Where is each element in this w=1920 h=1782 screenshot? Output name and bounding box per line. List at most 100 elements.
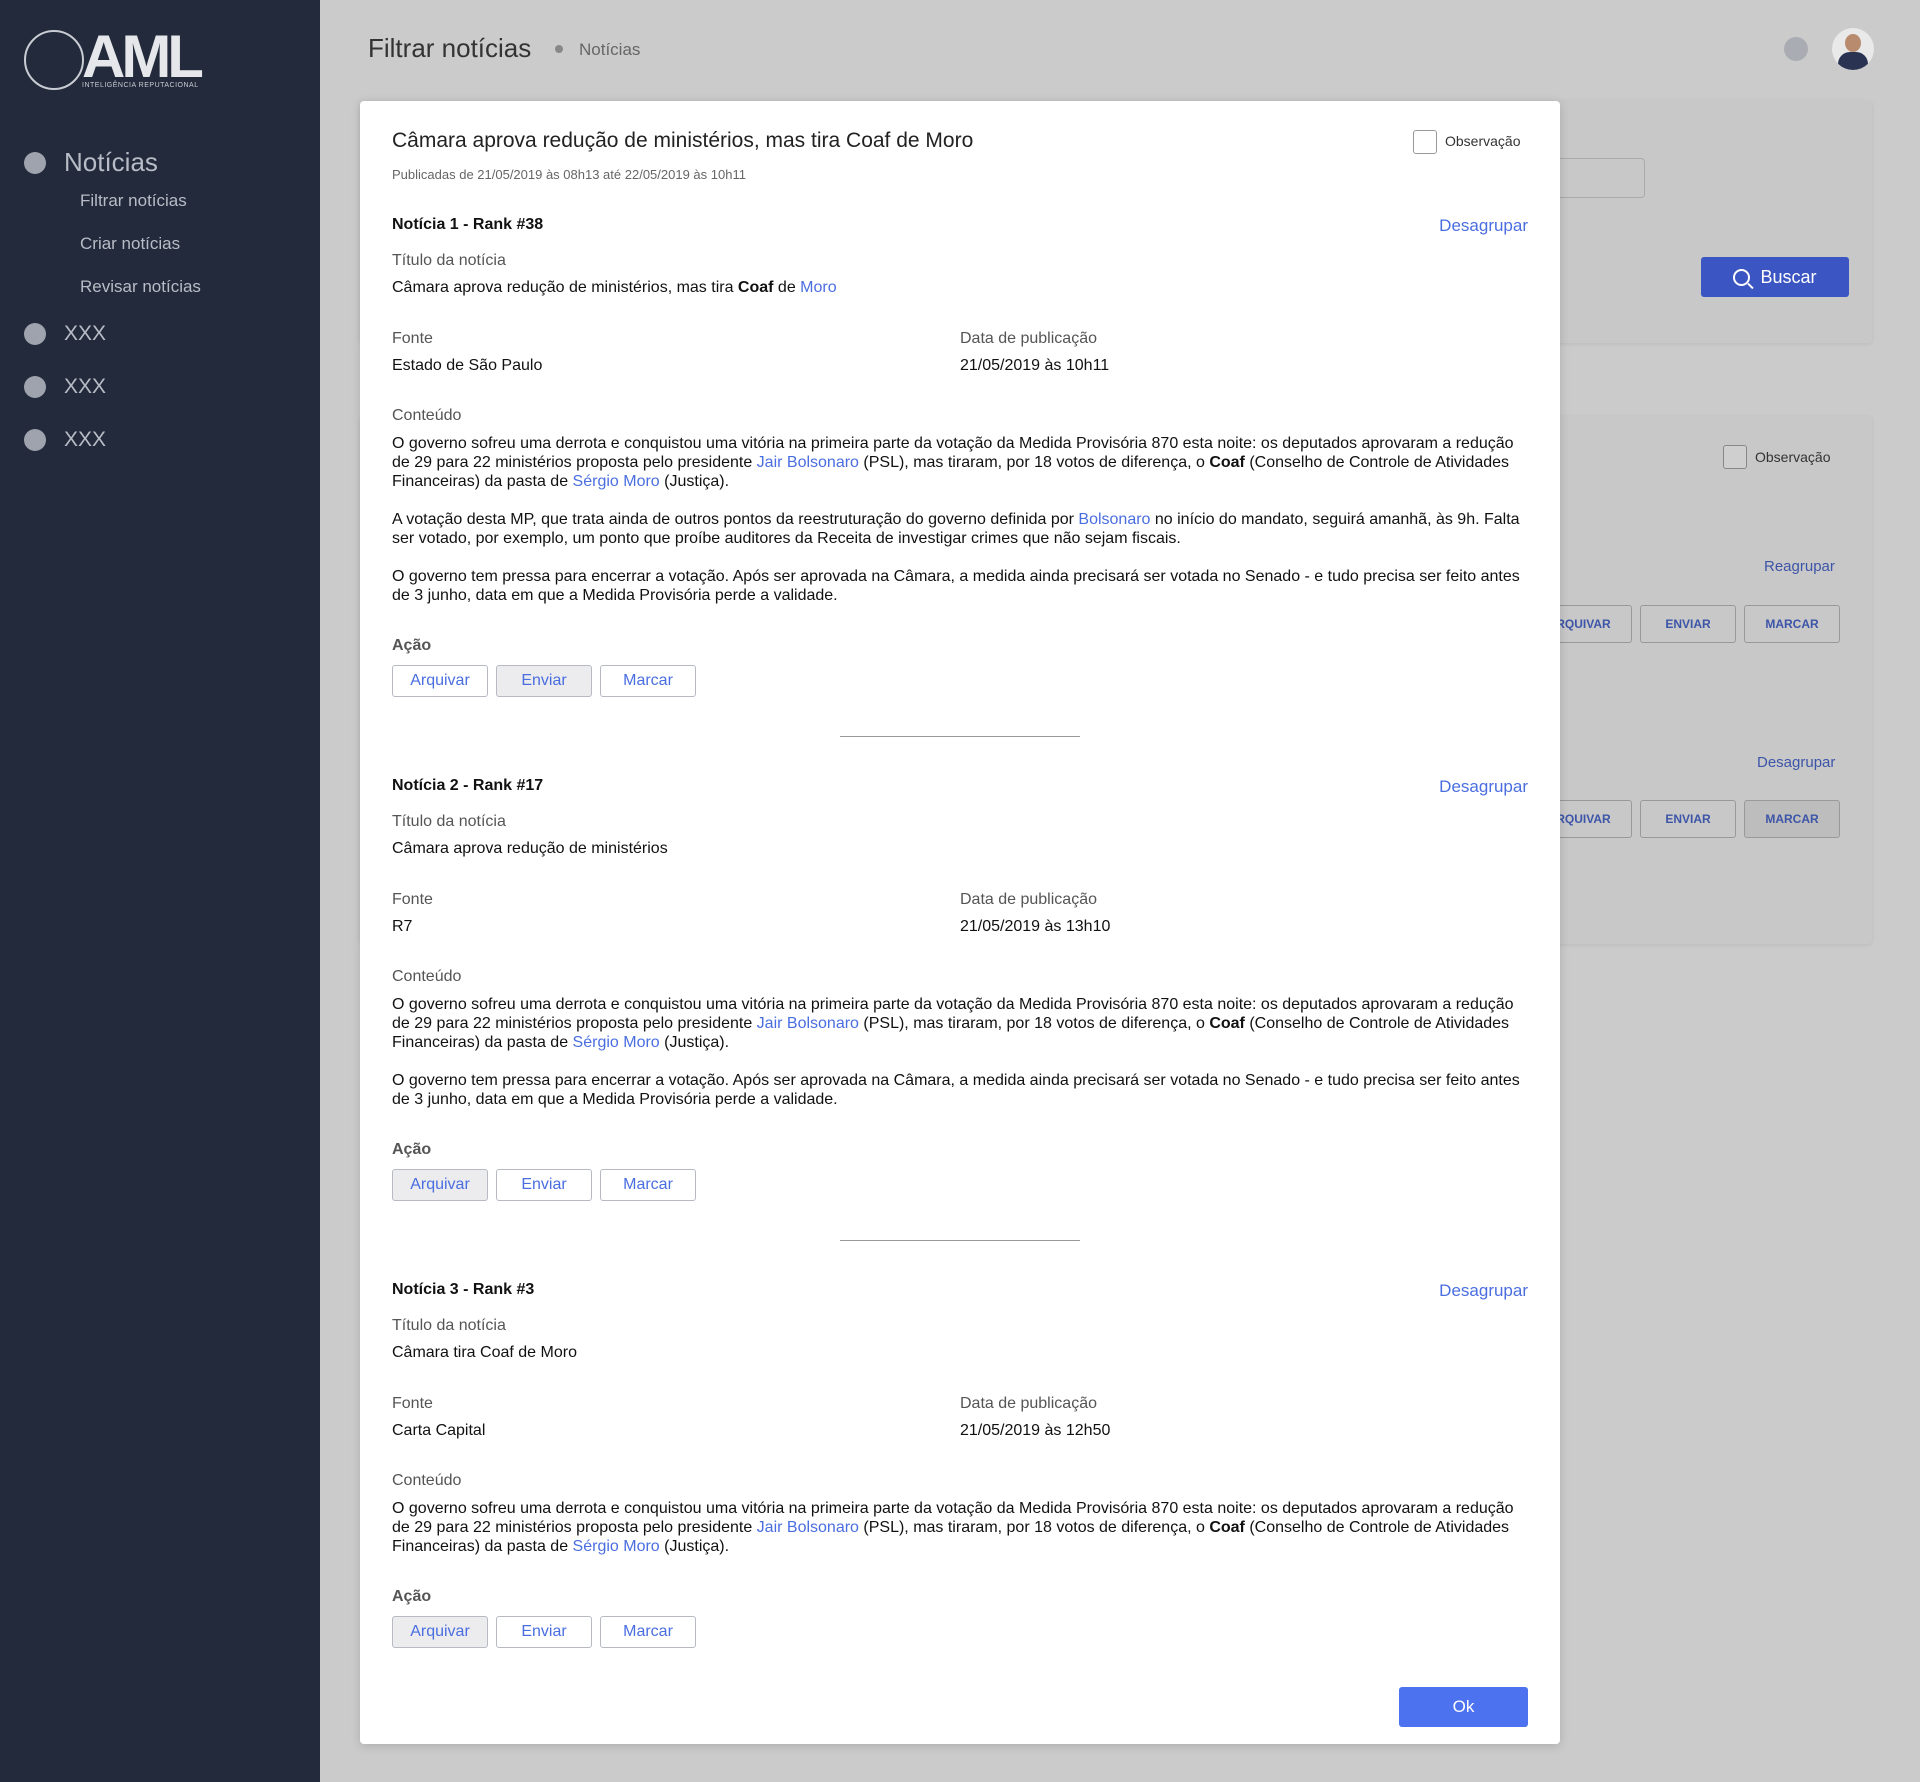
send-button[interactable]: Enviar [496, 1616, 592, 1648]
section-icon [24, 376, 46, 398]
news-group-modal: Câmara aprova redução de ministérios, ma… [360, 101, 1560, 1744]
entity-link[interactable]: Bolsonaro [1078, 511, 1150, 528]
section-icon [24, 323, 46, 345]
entity-link[interactable]: Jair Bolsonaro [757, 1519, 859, 1536]
news-date: 21/05/2019 às 10h11 [960, 357, 1110, 374]
sidebar-section-noticias[interactable]: Notícias [24, 147, 158, 178]
content-label: Conteúdo [392, 407, 462, 424]
action-label: Ação [392, 637, 432, 654]
action-buttons: Arquivar Enviar Marcar [392, 1616, 696, 1648]
sidebar-item-criar-noticias[interactable]: Criar notícias [80, 234, 180, 254]
sidebar-section-label: XXX [64, 322, 107, 345]
entity-link[interactable]: Moro [800, 279, 836, 296]
news-source: Carta Capital [392, 1422, 486, 1439]
observation-label: Observação [1445, 133, 1521, 149]
news-content: O governo sofreu uma derrota e conquisto… [392, 1500, 1514, 1555]
news-title: Câmara aprova redução de ministérios [392, 840, 668, 857]
bg-mark-button-2[interactable]: MARCAR [1744, 800, 1840, 838]
sidebar-section-xxx-1[interactable]: XXX [24, 322, 106, 346]
divider [840, 736, 1080, 737]
entity-link[interactable]: Jair Bolsonaro [757, 1015, 859, 1032]
sidebar-section-xxx-2[interactable]: XXX [24, 375, 106, 399]
news-date: 21/05/2019 às 12h50 [960, 1422, 1111, 1439]
logo-globe-icon [24, 30, 84, 90]
breadcrumb[interactable]: Notícias [579, 40, 640, 60]
news-date: 21/05/2019 às 13h10 [960, 918, 1111, 935]
logo-subtitle: INTELIGÊNCIA REPUTACIONAL [82, 82, 199, 89]
page-title: Filtrar notícias [368, 33, 532, 63]
action-buttons: Arquivar Enviar Marcar [392, 1169, 696, 1201]
bg-observation-checkbox[interactable] [1723, 445, 1747, 469]
source-label: Fonte [392, 330, 433, 347]
news-title-label: Título da notícia [392, 1317, 506, 1334]
avatar-head [1845, 34, 1861, 52]
date-label: Data de publicação [960, 891, 1097, 908]
news-title: Câmara tira Coaf de Moro [392, 1344, 577, 1361]
news-heading: Notícia 3 - Rank #3 [392, 1281, 535, 1298]
ungroup-link[interactable]: Desagrupar [1439, 216, 1528, 236]
sidebar-item-revisar-noticias[interactable]: Revisar notícias [80, 277, 201, 297]
modal-title: Câmara aprova redução de ministérios, ma… [392, 129, 974, 152]
mark-button[interactable]: Marcar [600, 1616, 696, 1648]
avatar-body [1838, 52, 1868, 70]
news-title-label: Título da notícia [392, 252, 506, 269]
filter-input[interactable] [1550, 158, 1645, 198]
news-heading: Notícia 2 - Rank #17 [392, 777, 544, 794]
news-content: O governo sofreu uma derrota e conquisto… [392, 435, 1520, 604]
logo-text: AML [82, 23, 204, 90]
regroup-link[interactable]: Reagrupar [1764, 558, 1835, 575]
noticias-icon [24, 151, 46, 174]
sidebar-section-xxx-3[interactable]: XXX [24, 428, 106, 452]
news-source: R7 [392, 918, 413, 935]
mark-button[interactable]: Marcar [600, 1169, 696, 1201]
entity-link[interactable]: Jair Bolsonaro [757, 454, 859, 471]
news-heading: Notícia 1 - Rank #38 [392, 216, 544, 233]
modal-subtitle: Publicadas de 21/05/2019 às 08h13 até 22… [392, 167, 746, 182]
sidebar-section-label: Notícias [64, 147, 158, 177]
aml-logo[interactable]: AML INTELIGÊNCIA REPUTACIONAL [24, 23, 204, 92]
news-title: Câmara aprova redução de ministérios, ma… [392, 279, 837, 296]
mark-button[interactable]: Marcar [600, 665, 696, 697]
ungroup-link[interactable]: Desagrupar [1439, 777, 1528, 797]
bg-mark-button[interactable]: MARCAR [1744, 605, 1840, 643]
archive-button[interactable]: Arquivar [392, 1616, 488, 1648]
archive-button[interactable]: Arquivar [392, 1169, 488, 1201]
sidebar: AML INTELIGÊNCIA REPUTACIONAL Notícias F… [0, 0, 320, 1782]
date-label: Data de publicação [960, 330, 1097, 347]
sidebar-section-label: XXX [64, 375, 107, 398]
search-icon [1733, 268, 1751, 286]
bg-send-button-2[interactable]: ENVIAR [1640, 800, 1736, 838]
action-label: Ação [392, 1141, 432, 1158]
content-label: Conteúdo [392, 1472, 462, 1489]
content-label: Conteúdo [392, 968, 462, 985]
news-source: Estado de São Paulo [392, 357, 543, 374]
send-button[interactable]: Enviar [496, 665, 592, 697]
bg-observation-label: Observação [1755, 449, 1831, 465]
ungroup-link[interactable]: Desagrupar [1439, 1281, 1528, 1301]
source-label: Fonte [392, 891, 433, 908]
news-content: O governo sofreu uma derrota e conquisto… [392, 996, 1520, 1108]
archive-button[interactable]: Arquivar [392, 665, 488, 697]
observation-checkbox[interactable] [1413, 130, 1437, 154]
news-title-label: Título da notícia [392, 813, 506, 830]
breadcrumb-separator [555, 45, 563, 53]
entity-link[interactable]: Sérgio Moro [573, 1034, 660, 1051]
search-button[interactable]: Buscar [1701, 257, 1849, 297]
section-icon [24, 429, 46, 451]
sidebar-item-filtrar-noticias[interactable]: Filtrar notícias [80, 191, 187, 211]
bg-send-button[interactable]: ENVIAR [1640, 605, 1736, 643]
date-label: Data de publicação [960, 1395, 1097, 1412]
sidebar-section-label: XXX [64, 428, 107, 451]
source-label: Fonte [392, 1395, 433, 1412]
action-buttons: Arquivar Enviar Marcar [392, 665, 696, 697]
send-button[interactable]: Enviar [496, 1169, 592, 1201]
entity-link[interactable]: Sérgio Moro [573, 1538, 660, 1555]
search-button-label: Buscar [1760, 266, 1817, 287]
action-label: Ação [392, 1588, 432, 1605]
entity-link[interactable]: Sérgio Moro [573, 473, 660, 490]
notification-icon[interactable] [1784, 37, 1808, 61]
ok-button[interactable]: Ok [1399, 1687, 1528, 1727]
avatar[interactable] [1832, 28, 1874, 70]
divider [840, 1240, 1080, 1241]
bg-ungroup-link[interactable]: Desagrupar [1757, 754, 1835, 771]
